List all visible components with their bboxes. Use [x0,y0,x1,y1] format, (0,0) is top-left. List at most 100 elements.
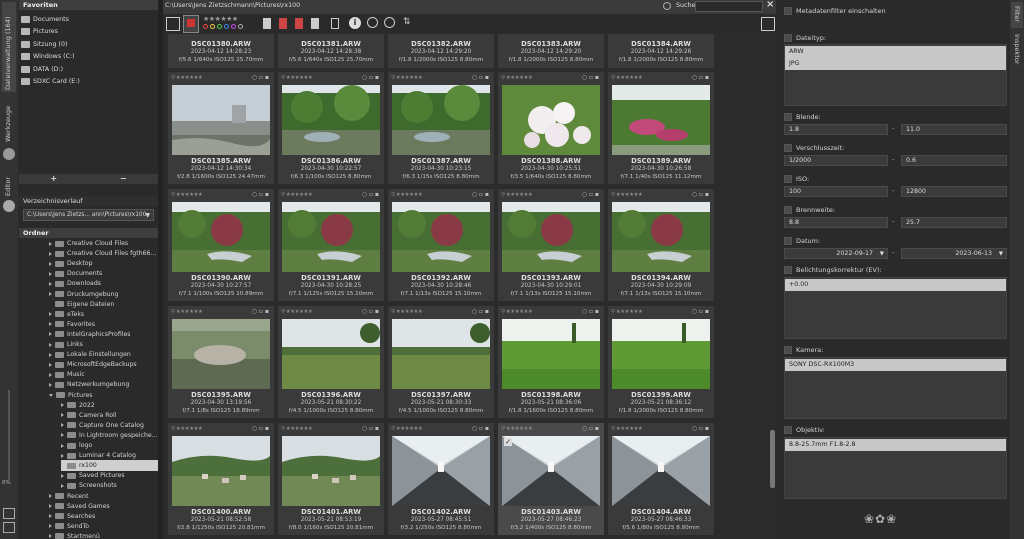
trash-icon[interactable]: ▪ [705,74,709,81]
rating-stars[interactable]: ⚲ ★★★★★★ [391,309,423,315]
trash-icon[interactable]: ▪ [265,425,269,432]
copy-icon[interactable]: ▫ [699,191,703,198]
add-favorite-button[interactable]: + [19,174,89,184]
circle-icon[interactable]: ○ [582,308,587,315]
collapse-arrow-icon[interactable] [61,433,64,438]
thumbnail-cell[interactable]: ⚲ ★★★★★★ ○ ▫ ▪ DSC01398.ARW 2023-05-21 08:3… [498,306,604,418]
trash-icon[interactable]: ▪ [705,191,709,198]
copy-icon[interactable]: ▫ [589,425,593,432]
thumbnail-cell[interactable]: ⚲ ★★★★★★ ○ ▫ ▪ DSC01386.ARW 2023-04-30 10:2… [278,72,384,184]
circle-icon[interactable]: ○ [362,425,367,432]
circle-icon[interactable]: ○ [252,308,257,315]
rating-stars[interactable]: ⚲ ★★★★★★ [611,192,643,198]
circle-icon[interactable]: ○ [362,308,367,315]
copy-icon[interactable]: ▫ [479,191,483,198]
folder-tree-item[interactable]: Startmenü [49,531,100,539]
trash-icon[interactable]: ▪ [595,74,599,81]
zoom-out-icon[interactable] [367,17,378,28]
favorite-item[interactable]: Pictures [21,26,58,38]
checkbox[interactable] [784,426,792,434]
import-icon[interactable] [166,17,180,31]
thumbnail[interactable] [612,85,710,155]
date-min-field[interactable]: 2022-09-17 ▼ [784,248,888,259]
focal-filter[interactable]: Brennweite: [784,206,835,214]
rating-stars[interactable]: ⚲ ★★★★★★ [501,426,533,432]
trash-icon[interactable] [295,18,303,29]
circle-icon[interactable]: ○ [582,425,587,432]
favorite-item[interactable]: Documents [21,13,69,25]
rating-stars[interactable]: ⚲ ★★★★★★ [281,426,313,432]
circle-icon[interactable]: ○ [472,308,477,315]
thumbnail[interactable] [612,436,710,506]
rating-stars[interactable]: ⚲ ★★★★★★ [501,75,533,81]
iso-min-field[interactable]: 100 [784,186,888,197]
thumbnail-cell[interactable]: DSC01380.ARW 2023-04-12 14:28:23 f/5.6 1/6… [168,34,274,68]
exposure-list[interactable]: +0.00 [784,277,1007,339]
thumbnail-cell[interactable]: DSC01381.ARW 2023-04-12 14:28:38 f/5.6 1/6… [278,34,384,68]
trash-icon[interactable]: ▪ [265,74,269,81]
grid-view-icon[interactable] [3,508,15,519]
circle-icon[interactable]: ○ [362,191,367,198]
camera-list[interactable]: SONY DSC-RX100M3 [784,357,1007,419]
tab-file-manager[interactable]: Dateiverwaltung (164) [4,6,12,90]
collapse-arrow-icon[interactable] [49,312,52,317]
aperture-min-field[interactable]: 1.8 [784,124,888,135]
thumbnail-cell[interactable]: ⚲ ★★★★★★ ○ ▫ ▪ DSC01392.ARW 2023-04-30 10:2… [388,189,494,301]
delete-icon[interactable] [279,18,287,29]
collapse-arrow-icon[interactable] [49,372,52,377]
grid-scrollbar[interactable] [769,34,776,539]
copy-icon[interactable] [263,18,271,29]
circle-icon[interactable]: ○ [252,191,257,198]
thumbnail[interactable] [282,319,380,389]
collapse-arrow-icon[interactable] [61,483,64,488]
trash-icon[interactable]: ▪ [265,308,269,315]
copy-icon[interactable]: ▫ [479,74,483,81]
collapse-arrow-icon[interactable] [49,261,52,266]
date-max-field[interactable]: 2023-06-13 ▼ [901,248,1007,259]
flag-reject-icon[interactable] [183,15,199,33]
thumbnail-cell[interactable]: ⚲ ★★★★★★ ○ ▫ ▪ DSC01397.ARW 2023-05-21 08:3… [388,306,494,418]
thumbnail-cell[interactable]: DSC01383.ARW 2023-04-12 14:29:20 f/1.8 1/2… [498,34,604,68]
checkbox[interactable] [784,175,792,183]
rating-stars[interactable]: ⚲ ★★★★★★ [171,75,203,81]
collapse-arrow-icon[interactable] [61,413,64,418]
exposure-item[interactable]: +0.00 [785,279,1006,291]
trash-icon[interactable]: ▪ [265,191,269,198]
collapse-arrow-icon[interactable] [49,534,52,539]
path-text[interactable]: C:\Users\Jens Zietzschmann\Pictures\rx10… [165,2,300,9]
collapse-arrow-icon[interactable] [49,504,52,509]
copy-icon[interactable]: ▫ [259,308,263,315]
expand-arrow-icon[interactable] [49,393,53,397]
lens-filter[interactable]: Objektiv: [784,426,825,434]
copy-icon[interactable]: ▫ [479,308,483,315]
collapse-arrow-icon[interactable] [49,342,52,347]
thumbnail-cell[interactable]: DSC01382.ARW 2023-04-12 14:29:20 f/1.8 1/2… [388,34,494,68]
thumbnail-cell[interactable]: ⚲ ★★★★★★ ○ ▫ ▪ DSC01390.ARW 2023-04-30 10:2… [168,189,274,301]
clipboard-icon[interactable] [311,18,319,29]
date-filter[interactable]: Datum: [784,237,820,245]
collapse-arrow-icon[interactable] [49,494,52,498]
circle-icon[interactable]: ○ [582,191,587,198]
history-dropdown[interactable]: C:\Users\Jens Zietzs... ann\Pictures\rx1… [23,209,154,221]
thumbnail[interactable] [502,202,600,272]
rating-stars[interactable]: ⚲ ★★★★★★ [391,426,423,432]
rating-stars[interactable]: ⚲ ★★★★★★ [501,309,533,315]
thumbnail[interactable]: ✓ [502,436,600,506]
metadata-filter-toggle[interactable]: Metadatenfilter einschalten [784,7,886,15]
rating-stars[interactable]: ⚲ ★★★★★★ [171,192,203,198]
rating-stars[interactable]: ⚲ ★★★★★★ [281,75,313,81]
zoom-in-icon[interactable] [384,17,395,28]
rating-stars[interactable]: ⚲ ★★★★★★ [281,192,313,198]
circle-icon[interactable]: ○ [252,74,257,81]
thumbnail-cell[interactable]: ⚲ ★★★★★★ ○ ▫ ▪ DSC01399.ARW 2023-05-21 08:3… [608,306,714,418]
shutter-min-field[interactable]: 1/2000 [784,155,888,166]
rating-stars-filter[interactable]: ★★★★★★ [203,15,238,23]
trash-icon[interactable]: ▪ [705,308,709,315]
circle-icon[interactable]: ○ [472,425,477,432]
copy-icon[interactable]: ▫ [589,308,593,315]
thumbnail[interactable] [612,319,710,389]
check-icon[interactable]: ✓ [504,438,512,446]
exposure-filter[interactable]: Belichtungskorrektur (EV): [784,266,882,274]
thumbnail[interactable] [172,85,270,155]
checkbox[interactable] [784,34,792,42]
